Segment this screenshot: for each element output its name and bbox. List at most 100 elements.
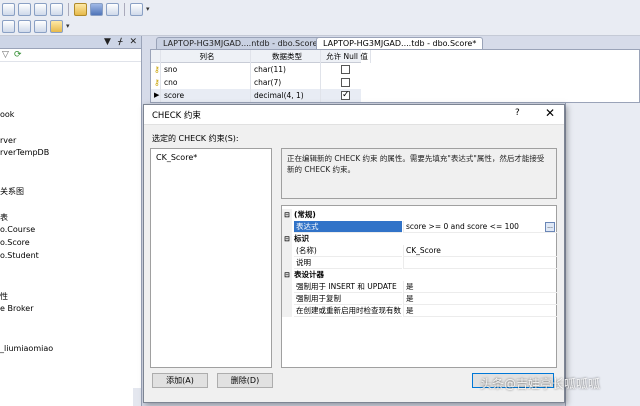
new-query-icon[interactable] (50, 3, 63, 16)
check-constraints-dialog: CHECK 约束 ? ✕ 选定的 CHECK 约束(S): CK_Score* … (143, 104, 565, 403)
toolbar-icon-6[interactable] (34, 20, 47, 33)
expression-edit-button[interactable]: ... (545, 222, 555, 232)
category-label: 表设计器 (294, 270, 324, 279)
constraint-list[interactable]: CK_Score* (150, 148, 272, 368)
activity-monitor-icon[interactable] (130, 3, 143, 16)
property-row-name[interactable]: (名称) CK_Score (282, 245, 557, 257)
property-name[interactable]: (名称) (294, 245, 402, 257)
collapse-icon[interactable]: ⊟ (282, 209, 292, 221)
toolbar-icon-1[interactable] (2, 3, 15, 16)
gutter (282, 221, 292, 233)
category-label: 标识 (294, 234, 309, 243)
toolbar-overflow-icon[interactable]: ▾ (66, 20, 71, 33)
data-type-cell[interactable]: decimal(4, 1) (251, 89, 321, 102)
table-row[interactable]: ▶ score decimal(4, 1) (151, 89, 361, 102)
table-designer-grid: 列名 数据类型 允许 Null 值 ⚷ sno char(11) ⚷ cno c… (150, 49, 640, 103)
collapse-icon[interactable]: ⊟ (282, 269, 292, 281)
property-row-check-existing-data[interactable]: 在创建或重新启用时检查现有数 是 (282, 305, 557, 317)
gutter (282, 281, 292, 293)
pin-icon[interactable]: ᚋ (118, 36, 122, 49)
table-row[interactable]: ⚷ sno char(11) (151, 63, 361, 76)
tree-item[interactable]: _liumiaomiao (0, 344, 53, 353)
collapse-icon[interactable]: ⊟ (282, 233, 292, 245)
expression-value[interactable]: score >= 0 and score <= 100 (403, 221, 557, 233)
add-button[interactable]: 添加(A) (152, 373, 208, 388)
property-name[interactable]: 表达式 (294, 221, 402, 233)
property-value[interactable] (403, 257, 557, 269)
tab-score-design[interactable]: LAPTOP-HG3MJGAD....ntdb - dbo.Score (156, 37, 325, 49)
dialog-title: CHECK 约束 (152, 111, 201, 121)
column-header-nullable: 允许 Null 值 (321, 50, 371, 63)
delete-button[interactable]: 删除(D) (217, 373, 273, 388)
property-value[interactable]: 是 (403, 305, 557, 317)
table-row[interactable]: ⚷ cno char(7) (151, 76, 361, 89)
grid-header: 列名 数据类型 允许 Null 值 (151, 50, 371, 63)
tree-item[interactable]: o.Score (0, 238, 30, 247)
tree-item[interactable]: e Broker (0, 304, 34, 313)
primary-key-icon: ⚷ (151, 76, 161, 89)
allow-null-checkbox[interactable] (341, 89, 350, 102)
property-row-enforce-replication[interactable]: 强制用于复制 是 (282, 293, 557, 305)
property-row-expression[interactable]: 表达式 score >= 0 and score <= 100 ... (282, 221, 557, 233)
help-button[interactable]: ? (515, 108, 520, 118)
tree-item[interactable]: o.Student (0, 251, 39, 260)
refresh-icon[interactable]: ⟳ (14, 50, 22, 60)
tree-item[interactable]: 性 (0, 291, 8, 302)
property-name[interactable]: 在创建或重新启用时检查现有数 (294, 305, 402, 317)
current-row-arrow-icon: ▶ (151, 89, 161, 102)
filter-icon[interactable]: ▽ (2, 50, 9, 60)
selected-constraints-label: 选定的 CHECK 约束(S): (152, 134, 239, 143)
column-header-name: 列名 (161, 50, 251, 63)
dropdown-icon[interactable]: ▼ (104, 36, 111, 49)
open-folder-icon[interactable] (74, 3, 87, 16)
tree-item[interactable]: o.Course (0, 225, 35, 234)
dialog-title-bar: CHECK 约束 ? ✕ (144, 105, 564, 125)
close-icon[interactable]: ✕ (542, 106, 558, 120)
category-general[interactable]: ⊟ (常规) (282, 209, 556, 221)
toolbar: ▾ ▾ (0, 0, 640, 36)
toolbar-overflow-icon[interactable]: ▾ (146, 3, 151, 16)
allow-null-checkbox[interactable] (341, 65, 350, 74)
property-row-enforce-insert-update[interactable]: 强制用于 INSERT 和 UPDATE 是 (282, 281, 557, 293)
toolbar-row-2: ▾ (0, 18, 71, 35)
data-type-cell[interactable]: char(11) (251, 63, 321, 76)
column-name-cell[interactable]: sno (161, 63, 251, 76)
close-icon[interactable]: ✕ (129, 36, 137, 49)
property-name[interactable]: 强制用于 INSERT 和 UPDATE (294, 281, 402, 293)
tree-item[interactable]: ook (0, 110, 14, 119)
property-value[interactable]: 是 (403, 281, 557, 293)
save-all-icon[interactable] (106, 3, 119, 16)
gutter (282, 257, 292, 269)
tree-item[interactable]: rverTempDB (0, 148, 49, 157)
data-type-cell[interactable]: char(7) (251, 76, 321, 89)
toolbar-icon-4[interactable] (2, 20, 15, 33)
property-value[interactable]: 是 (403, 293, 557, 305)
primary-key-icon: ⚷ (151, 63, 161, 76)
tree-item[interactable]: 关系图 (0, 186, 24, 197)
tree-item[interactable]: rver (0, 136, 16, 145)
property-row-description[interactable]: 说明 (282, 257, 557, 269)
property-name[interactable]: 说明 (294, 257, 402, 269)
toolbar-icon-5[interactable] (18, 20, 31, 33)
category-table-designer[interactable]: ⊟ 表设计器 (282, 269, 556, 281)
list-item[interactable]: CK_Score* (156, 153, 197, 162)
document-tabstrip: LAPTOP-HG3MJGAD....ntdb - dbo.Score LAPT… (148, 36, 640, 49)
property-value[interactable]: CK_Score (403, 245, 557, 257)
property-name[interactable]: 强制用于复制 (294, 293, 402, 305)
toolbar-icon-3[interactable] (34, 3, 47, 16)
row-selector-header (151, 50, 161, 63)
save-icon[interactable] (90, 3, 103, 16)
category-label: (常规) (294, 210, 316, 219)
toolbar-icon-2[interactable] (18, 3, 31, 16)
category-identity[interactable]: ⊟ 标识 (282, 233, 556, 245)
object-explorer-header: ▼ ᚋ ✕ (0, 36, 141, 49)
scrollbar[interactable] (133, 388, 141, 406)
allow-null-checkbox[interactable] (341, 78, 350, 87)
gutter (282, 245, 292, 257)
tab-score-design-active[interactable]: LAPTOP-HG3MJGAD....tdb - dbo.Score* (316, 37, 484, 49)
column-name-cell[interactable]: cno (161, 76, 251, 89)
tree-item[interactable]: 表 (0, 212, 8, 223)
column-header-type: 数据类型 (251, 50, 321, 63)
toolbar-icon-7[interactable] (50, 20, 63, 33)
column-name-cell[interactable]: score (161, 89, 251, 102)
